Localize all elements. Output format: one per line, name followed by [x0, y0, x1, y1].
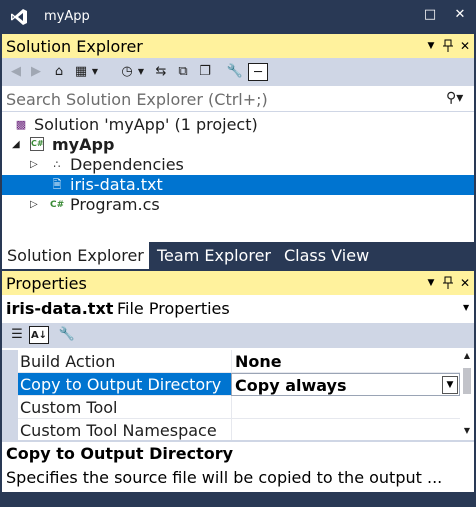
explorer-tabs: Solution Explorer Team Explorer Class Vi… — [2, 242, 474, 269]
title-bar: myApp □ ✕ — [0, 0, 476, 34]
window-bottom-frame — [0, 492, 476, 507]
tab-solution-explorer[interactable]: Solution Explorer — [2, 242, 149, 269]
description-text: Specifies the source file will be copied… — [6, 468, 443, 487]
collapsed-arrow-icon[interactable]: ▷ — [30, 195, 38, 215]
property-row-selected[interactable]: Copy to Output Directory Copy always ▼ — [2, 373, 460, 396]
tree-node-iris-data[interactable]: 🗎 iris-data.txt — [2, 175, 474, 195]
tree-node-label: myApp — [52, 135, 115, 154]
home-icon[interactable]: ⌂ — [50, 63, 68, 81]
text-file-icon: 🗎 — [52, 178, 62, 191]
pin-icon[interactable] — [440, 274, 456, 292]
property-name[interactable]: Custom Tool Namespace — [18, 419, 231, 442]
show-all-files-icon[interactable]: ❐ — [196, 63, 214, 81]
pending-changes-filter-icon[interactable]: ◷ — [118, 63, 136, 81]
property-value[interactable] — [231, 396, 460, 419]
forward-icon[interactable]: ▶ — [28, 63, 44, 81]
filter-dropdown-icon[interactable]: ▼ — [136, 63, 146, 81]
switch-views-dropdown-icon[interactable]: ▼ — [90, 63, 100, 81]
sync-with-active-document-icon[interactable]: ⇆ — [152, 63, 170, 81]
expanded-arrow-icon[interactable]: ◢ — [12, 135, 20, 155]
grid-margin — [2, 396, 18, 419]
solution-explorer-toolbar: ◀ ▶ ⌂ ▦ ▼ ◷ ▼ ⇆ ⧉ ❐ 🔧 ─ — [2, 58, 474, 86]
description-title: Copy to Output Directory — [6, 444, 234, 463]
grid-margin — [2, 419, 18, 442]
chevron-down-icon[interactable]: ▼ — [463, 303, 469, 312]
property-value[interactable]: None — [231, 350, 460, 373]
pane-options-dropdown[interactable]: ▼ — [423, 274, 439, 292]
dependencies-icon: ∴ — [53, 158, 61, 171]
property-value: Copy always — [235, 376, 347, 395]
solution-tree: ▩ Solution 'myApp' (1 project) ◢ C# myAp… — [2, 112, 474, 242]
scroll-up-icon[interactable]: ▲ — [462, 351, 472, 360]
alphabetical-icon[interactable]: A↓ — [29, 326, 49, 344]
close-pane-button[interactable]: ✕ — [457, 274, 473, 292]
back-icon[interactable]: ◀ — [8, 63, 24, 81]
chevron-down-icon[interactable]: ▼ — [442, 376, 458, 394]
search-icon[interactable]: ⚲▾ — [446, 90, 463, 106]
solution-explorer-title: Solution Explorer — [6, 37, 143, 56]
grid-margin — [2, 373, 18, 396]
tree-node-dependencies[interactable]: ▷ ∴ Dependencies — [2, 155, 474, 175]
properties-toolbar: ☰ A↓ 🔧 — [2, 323, 474, 348]
vertical-scrollbar[interactable]: ▲ ▼ — [460, 348, 474, 440]
properties-wrench-icon[interactable]: 🔧 — [226, 63, 244, 81]
close-pane-button[interactable]: ✕ — [457, 37, 473, 55]
window-title: myApp — [44, 9, 90, 24]
object-selector[interactable]: iris-data.txt File Properties ▼ — [2, 295, 474, 323]
switch-views-icon[interactable]: ▦ — [72, 63, 90, 81]
property-grid: Build Action None Copy to Output Directo… — [2, 348, 474, 442]
tree-node-label: iris-data.txt — [70, 175, 163, 194]
property-value-dropdown[interactable]: Copy always ▼ — [231, 373, 460, 396]
maximize-button[interactable]: □ — [417, 4, 443, 26]
visual-studio-window: myApp □ ✕ Solution Explorer ▼ ✕ ◀ ▶ ⌂ ▦ … — [0, 0, 476, 507]
search-input[interactable] — [6, 88, 426, 110]
properties-title: Properties — [6, 274, 87, 293]
property-row[interactable]: Custom Tool Namespace — [2, 419, 460, 442]
solution-explorer-header: Solution Explorer ▼ ✕ — [2, 34, 474, 58]
tab-class-view[interactable]: Class View — [279, 242, 374, 269]
property-name[interactable]: Custom Tool — [18, 396, 231, 419]
object-name: iris-data.txt — [6, 299, 114, 318]
solution-explorer-search[interactable]: ⚲▾ — [2, 86, 474, 112]
pane-options-dropdown[interactable]: ▼ — [423, 37, 439, 55]
categorized-icon[interactable]: ☰ — [8, 326, 26, 344]
property-description: Copy to Output Directory Specifies the s… — [2, 440, 474, 492]
scroll-thumb[interactable] — [463, 368, 471, 394]
tree-node-solution[interactable]: ▩ Solution 'myApp' (1 project) — [2, 115, 474, 135]
close-button[interactable]: ✕ — [447, 4, 473, 26]
property-row[interactable]: Custom Tool — [2, 396, 460, 419]
properties-header: Properties ▼ ✕ — [2, 271, 474, 295]
preview-selected-items-icon[interactable]: ─ — [248, 63, 268, 81]
tree-node-project[interactable]: ◢ C# myApp — [2, 135, 474, 155]
tab-team-explorer[interactable]: Team Explorer — [152, 242, 276, 269]
collapse-all-icon[interactable]: ⧉ — [174, 63, 192, 81]
csharp-file-icon: C# — [50, 200, 65, 210]
tree-node-label: Program.cs — [70, 195, 160, 214]
scroll-down-icon[interactable]: ▼ — [462, 426, 472, 435]
object-type: File Properties — [117, 299, 230, 318]
tree-node-program[interactable]: ▷ C# Program.cs — [2, 195, 474, 215]
visual-studio-logo-icon — [11, 9, 27, 25]
solution-icon: ▩ — [15, 118, 27, 131]
property-pages-wrench-icon[interactable]: 🔧 — [58, 326, 76, 344]
pin-icon[interactable] — [440, 37, 456, 55]
property-value[interactable] — [231, 419, 460, 442]
grid-margin — [2, 350, 18, 373]
tree-node-label: Dependencies — [70, 155, 184, 174]
property-row[interactable]: Build Action None — [2, 350, 460, 373]
collapsed-arrow-icon[interactable]: ▷ — [30, 155, 38, 175]
tree-node-label: Solution 'myApp' (1 project) — [34, 115, 258, 134]
csharp-project-icon: C# — [30, 137, 44, 151]
property-name[interactable]: Copy to Output Directory — [18, 373, 231, 396]
property-name[interactable]: Build Action — [18, 350, 231, 373]
